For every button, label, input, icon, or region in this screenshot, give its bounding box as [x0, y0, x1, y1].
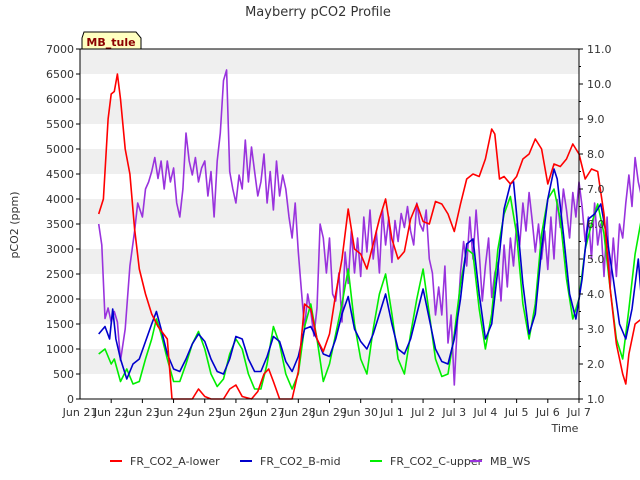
- y2-tick-label: 4.0: [587, 288, 605, 301]
- y2-tick-label: 5.0: [587, 253, 605, 266]
- y2-tick-label: 10.0: [587, 78, 612, 91]
- y-tick-label: 4000: [46, 193, 74, 206]
- x-tick-label: Jun 22: [93, 406, 129, 419]
- y2-tick-label: 1.0: [587, 393, 605, 406]
- legend-label: FR_CO2_C-upper: [390, 455, 483, 468]
- y-tick-label: 1000: [46, 343, 74, 356]
- y2-tick-label: 6.0: [587, 218, 605, 231]
- x-tick-label: Jul 4: [473, 406, 498, 419]
- y-tick-label: 5000: [46, 143, 74, 156]
- x-tick-label: Jul 6: [535, 406, 560, 419]
- y-tick-label: 6000: [46, 93, 74, 106]
- x-tick-label: Jul 2: [410, 406, 435, 419]
- y-tick-label: 7000: [46, 43, 74, 56]
- y2-tick-label: 11.0: [587, 43, 612, 56]
- y-tick-label: 4500: [46, 168, 74, 181]
- site-label: MB_tule: [86, 36, 135, 49]
- site-label-box: MB_tule: [81, 31, 142, 50]
- y-tick-label: 2000: [46, 293, 74, 306]
- x-axis-label: Time: [551, 422, 579, 435]
- legend: FR_CO2_A-lower FR_CO2_B-mid FR_CO2_C-upper…: [110, 455, 530, 468]
- grid-band: [80, 99, 579, 124]
- x-tick-label: Jun 30: [342, 406, 378, 419]
- legend-label: FR_CO2_B-mid: [260, 455, 341, 468]
- x-tick-label: Jun 24: [155, 406, 191, 419]
- grid-band: [80, 49, 579, 74]
- x-tick-label: Jun 23: [124, 406, 160, 419]
- y2-tick-label: 9.0: [587, 113, 605, 126]
- y-tick-label: 500: [53, 368, 74, 381]
- x-tick-label: Jul 1: [379, 406, 404, 419]
- y-tick-label: 0: [67, 393, 74, 406]
- y-tick-label: 5500: [46, 118, 74, 131]
- y-tick-label: 3500: [46, 218, 74, 231]
- x-tick-label: Jun 25: [186, 406, 222, 419]
- y-tick-label: 3000: [46, 243, 74, 256]
- x-tick-label: Jun 21: [62, 406, 98, 419]
- y2-tick-label: 3.0: [587, 323, 605, 336]
- x-tick-label: Jun 27: [249, 406, 285, 419]
- legend-label: FR_CO2_A-lower: [130, 455, 220, 468]
- y-tick-label: 6500: [46, 68, 74, 81]
- y-axis-label: pCO2 (ppm): [8, 191, 21, 258]
- y-tick-label: 2500: [46, 268, 74, 281]
- y2-tick-label: 7.0: [587, 183, 605, 196]
- y2-tick-label: 2.0: [587, 358, 605, 371]
- x-tick-label: Jul 7: [566, 406, 591, 419]
- chart-title: Mayberry pCO2 Profile: [245, 5, 391, 20]
- x-tick-label: Jun 29: [311, 406, 347, 419]
- legend-label: MB_WS: [490, 455, 530, 468]
- x-tick-label: Jul 5: [504, 406, 529, 419]
- y2-tick-label: 8.0: [587, 148, 605, 161]
- x-tick-label: Jul 3: [441, 406, 466, 419]
- pco2-chart: Mayberry pCO2 Profile pCO2 (ppm) Time 0 5…: [8, 5, 640, 468]
- x-tick-label: Jun 28: [280, 406, 316, 419]
- x-tick-label: Jun 26: [218, 406, 254, 419]
- y-tick-label: 1500: [46, 318, 74, 331]
